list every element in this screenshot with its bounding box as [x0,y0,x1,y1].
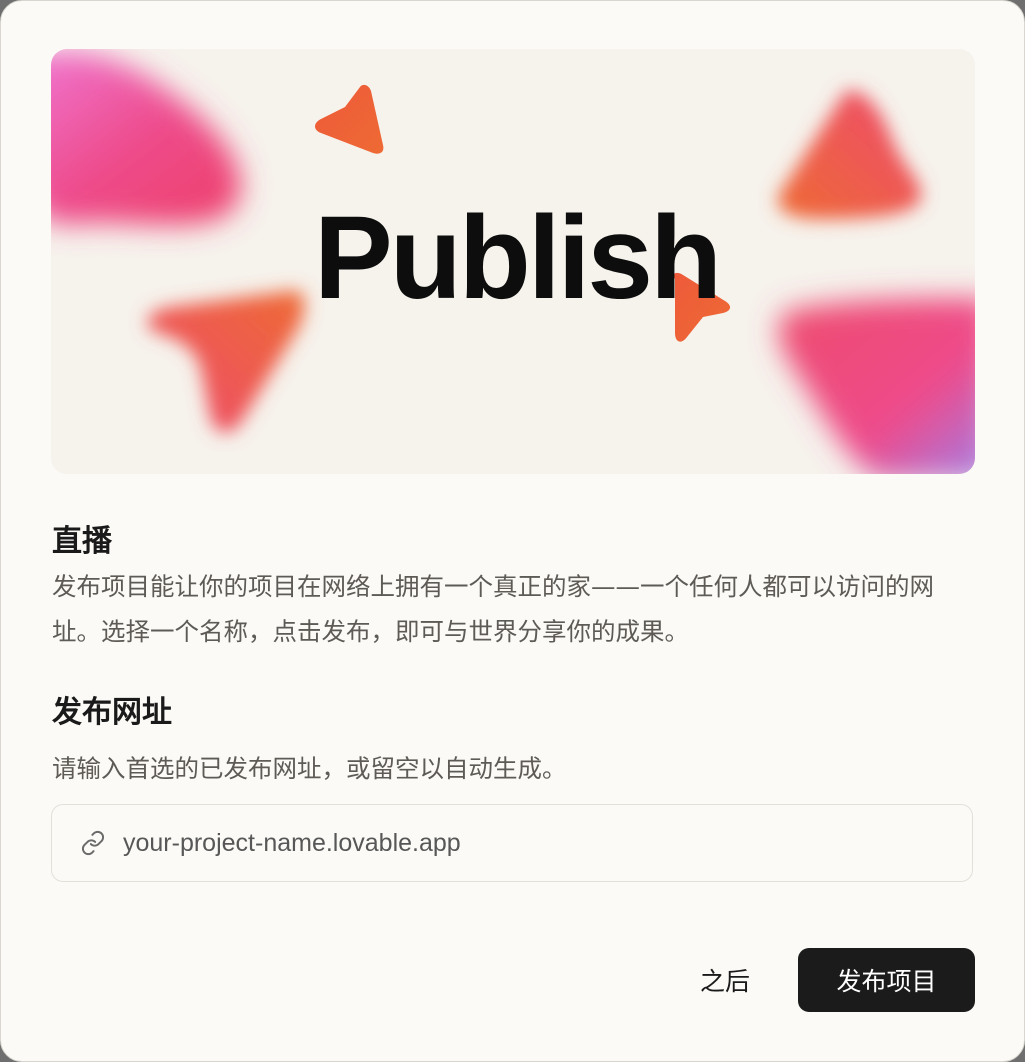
blurred-arrow-bottom-right [778,298,975,474]
blurred-arrow-top-right [777,90,922,219]
small-arrow-top [315,84,384,154]
hero-banner: Publish [51,49,975,474]
publish-url-field[interactable] [51,804,973,882]
publish-url-hint: 请输入首选的已发布网址，或留空以自动生成。 [52,754,567,783]
live-title: 直播 [52,524,112,559]
publish-url-title: 发布网址 [52,695,172,730]
link-icon [79,829,107,857]
blurred-arrow-bottom-left [147,290,305,433]
live-description: 发布项目能让你的项目在网络上拥有一个真正的家——一个任何人都可以访问的网址。选择… [52,572,934,646]
publish-url-input[interactable] [123,828,923,858]
publish-dialog: Publish 直播 发布项目能让你的项目在网络上拥有一个真正的家——一个任何人… [0,0,1025,1062]
later-button[interactable]: 之后 [681,949,769,1011]
publish-project-button[interactable]: 发布项目 [798,948,975,1012]
blurred-arrow-top-left [51,51,241,226]
hero-title: Publish [314,192,722,324]
